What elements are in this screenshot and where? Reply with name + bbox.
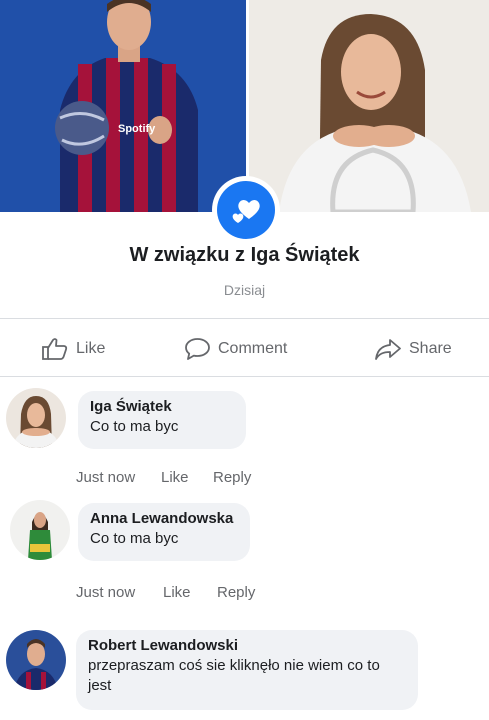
thumbs-up-icon [42,338,68,360]
like-button[interactable]: Like [41,324,105,374]
football-player-photo: Spotify [0,0,246,212]
hearts-icon [217,181,275,239]
comment-item: Robert Lewandowski przepraszam coś sie k… [0,626,489,720]
share-arrow-icon [375,339,401,360]
comment-timestamp[interactable]: Just now [76,584,135,601]
comment-bubble: Robert Lewandowski przepraszam coś sie k… [76,630,418,710]
tennis-player-photo [249,0,489,212]
comment-bubble-icon [185,338,210,360]
comment-label: Comment [218,340,288,357]
share-label: Share [409,340,452,357]
divider [0,318,489,319]
divider [0,376,489,377]
comment-text: Co to ma byc [90,530,179,547]
event-date[interactable]: Dzisiaj [0,282,489,298]
comment-like-link[interactable]: Like [163,584,191,601]
event-title: W związku z Iga Świątek [129,244,360,266]
avatar[interactable] [6,388,66,448]
profile-photo-right[interactable] [249,0,489,212]
comment-reply-link[interactable]: Reply [217,584,255,601]
share-button[interactable]: Share [374,324,452,374]
comment-item: Anna Lewandowska Co to ma byc Just now L… [0,498,489,618]
comment-author[interactable]: Robert Lewandowski [88,636,406,656]
comment-reply-link[interactable]: Reply [213,469,251,486]
comment-author[interactable]: Iga Świątek [90,397,234,417]
comment-text: przepraszam coś sie kliknęło nie wiem co… [88,657,380,694]
avatar[interactable] [10,500,70,560]
action-bar: Like Comment Share [0,324,489,374]
comment-button[interactable]: Comment [184,324,287,374]
like-label: Like [76,340,106,357]
comment-bubble: Iga Świątek Co to ma byc [78,391,246,449]
profile-photo-left[interactable]: Spotify [0,0,246,212]
comment-author[interactable]: Anna Lewandowska [90,509,238,529]
svg-text:Spotify: Spotify [118,123,156,135]
comment-like-link[interactable]: Like [161,469,189,486]
avatar[interactable] [6,630,66,690]
life-event-badge [212,176,280,244]
comment-bubble: Anna Lewandowska Co to ma byc [78,503,250,561]
comment-text: Co to ma byc [90,418,179,435]
comment-item: Iga Świątek Co to ma byc Just now Like R… [0,388,489,498]
comment-timestamp[interactable]: Just now [76,469,135,486]
